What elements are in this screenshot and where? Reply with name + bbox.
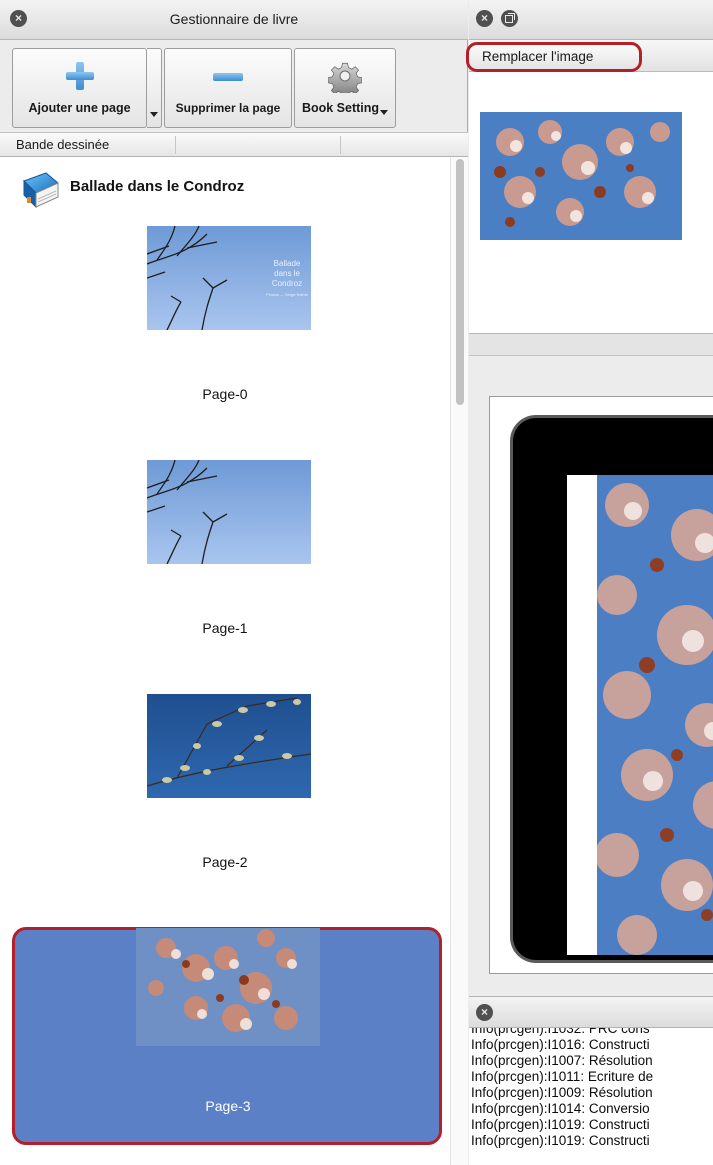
page-thumbnail[interactable]: [136, 928, 320, 1046]
log-line: Info(prcgen):I1011: Ecriture de: [471, 1069, 654, 1084]
restore-window-icon[interactable]: [501, 10, 518, 27]
cover-text-line: Ballade: [274, 259, 301, 268]
close-icon[interactable]: ×: [476, 10, 493, 27]
cover-credit: Photos — Serge Kalms: [266, 292, 308, 297]
minus-icon: [213, 73, 243, 81]
page-thumbnail[interactable]: [147, 460, 311, 564]
log-line: Info(prcgen):I1019: Constructi: [471, 1133, 650, 1148]
chevron-down-icon: [150, 112, 158, 117]
page-label: Page-0: [202, 386, 248, 402]
scrollbar-thumb[interactable]: [456, 159, 464, 405]
log-line: Info(prcgen):I1009: Résolution: [471, 1085, 653, 1100]
add-page-label: Ajouter une page: [28, 101, 131, 115]
panel-title: Gestionnaire de livre: [169, 11, 299, 27]
selected-page-row[interactable]: Page-3: [12, 927, 442, 1145]
page-thumbnail[interactable]: Ballade dans le Condroz Photos — Serge K…: [147, 226, 311, 330]
cover-text-line: Condroz: [272, 279, 302, 288]
book-manager-titlebar: × Gestionnaire de livre: [0, 0, 468, 40]
console-titlebar: ×: [469, 996, 713, 1028]
image-preview: [469, 72, 713, 334]
panel-splitter[interactable]: [469, 334, 713, 356]
catkins-image: [147, 694, 311, 798]
tablet-frame: [510, 415, 713, 963]
screen-margin: [567, 475, 597, 955]
book-settings-text: Book Setting: [301, 101, 380, 115]
vertical-scrollbar[interactable]: [450, 157, 468, 1165]
delete-page-label: Supprimer la page: [175, 101, 281, 115]
replace-image-button[interactable]: Remplacer l'image: [466, 42, 642, 72]
device-screen-image: [597, 475, 713, 955]
cover-image: Ballade dans le Condroz Photos — Serge K…: [147, 226, 311, 330]
list-header: Bande dessinée: [0, 132, 468, 157]
log-line: Info(prcgen):I1019: Constructi: [471, 1117, 650, 1132]
page-label: Page-3: [205, 1098, 251, 1114]
book-icon: [23, 172, 59, 209]
preview-image: [480, 112, 682, 240]
dropdown-caret-icon: [380, 110, 389, 115]
image-tab-bar: Remplacer l'image: [466, 40, 713, 72]
column-separator: [175, 136, 176, 154]
book-entry[interactable]: Ballade dans le Condroz: [18, 171, 418, 209]
log-line: Info(prcgen):I1016: Constructi: [471, 1037, 650, 1052]
gear-icon: [328, 62, 362, 93]
blossom-image: [136, 928, 320, 1046]
trees-image: [147, 460, 311, 564]
page-label: Page-1: [202, 620, 248, 636]
device-preview: [489, 396, 713, 974]
page-editor-panel: × Remplacer l'image × Info(prcgen):I1032…: [466, 0, 713, 1165]
plus-icon: [65, 62, 94, 90]
log-line: Info(prcgen):I1014: Conversio: [471, 1101, 650, 1116]
book-settings-label: Book Setting: [295, 101, 395, 115]
log-console[interactable]: Info(prcgen):I1032: PRC cons Info(prcgen…: [469, 1028, 713, 1165]
add-page-button[interactable]: Ajouter une page: [12, 48, 147, 128]
book-manager-panel: × Gestionnaire de livre Ajouter une page…: [0, 0, 468, 1165]
book-settings-button[interactable]: Book Setting: [294, 48, 396, 128]
page-list[interactable]: Ballade dans le Condroz Ballade dans le …: [0, 157, 468, 1165]
cover-text-line: dans le: [274, 269, 300, 278]
delete-page-button[interactable]: Supprimer la page: [164, 48, 292, 128]
log-line: Info(prcgen):I1032: PRC cons: [471, 1028, 650, 1036]
column-separator: [340, 136, 341, 154]
editor-titlebar: ×: [469, 0, 713, 40]
add-page-dropdown-button[interactable]: [147, 48, 162, 128]
log-line: Info(prcgen):I1007: Résolution: [471, 1053, 653, 1068]
page-label: Page-2: [202, 854, 248, 870]
column-header-comic[interactable]: Bande dessinée: [16, 133, 109, 157]
book-title: Ballade dans le Condroz: [70, 178, 245, 195]
replace-image-label: Remplacer l'image: [482, 49, 594, 64]
book-toolbar: Ajouter une page Supprimer la page Book …: [0, 40, 468, 132]
page-thumbnail[interactable]: [147, 694, 311, 798]
close-icon[interactable]: ×: [476, 1004, 493, 1021]
